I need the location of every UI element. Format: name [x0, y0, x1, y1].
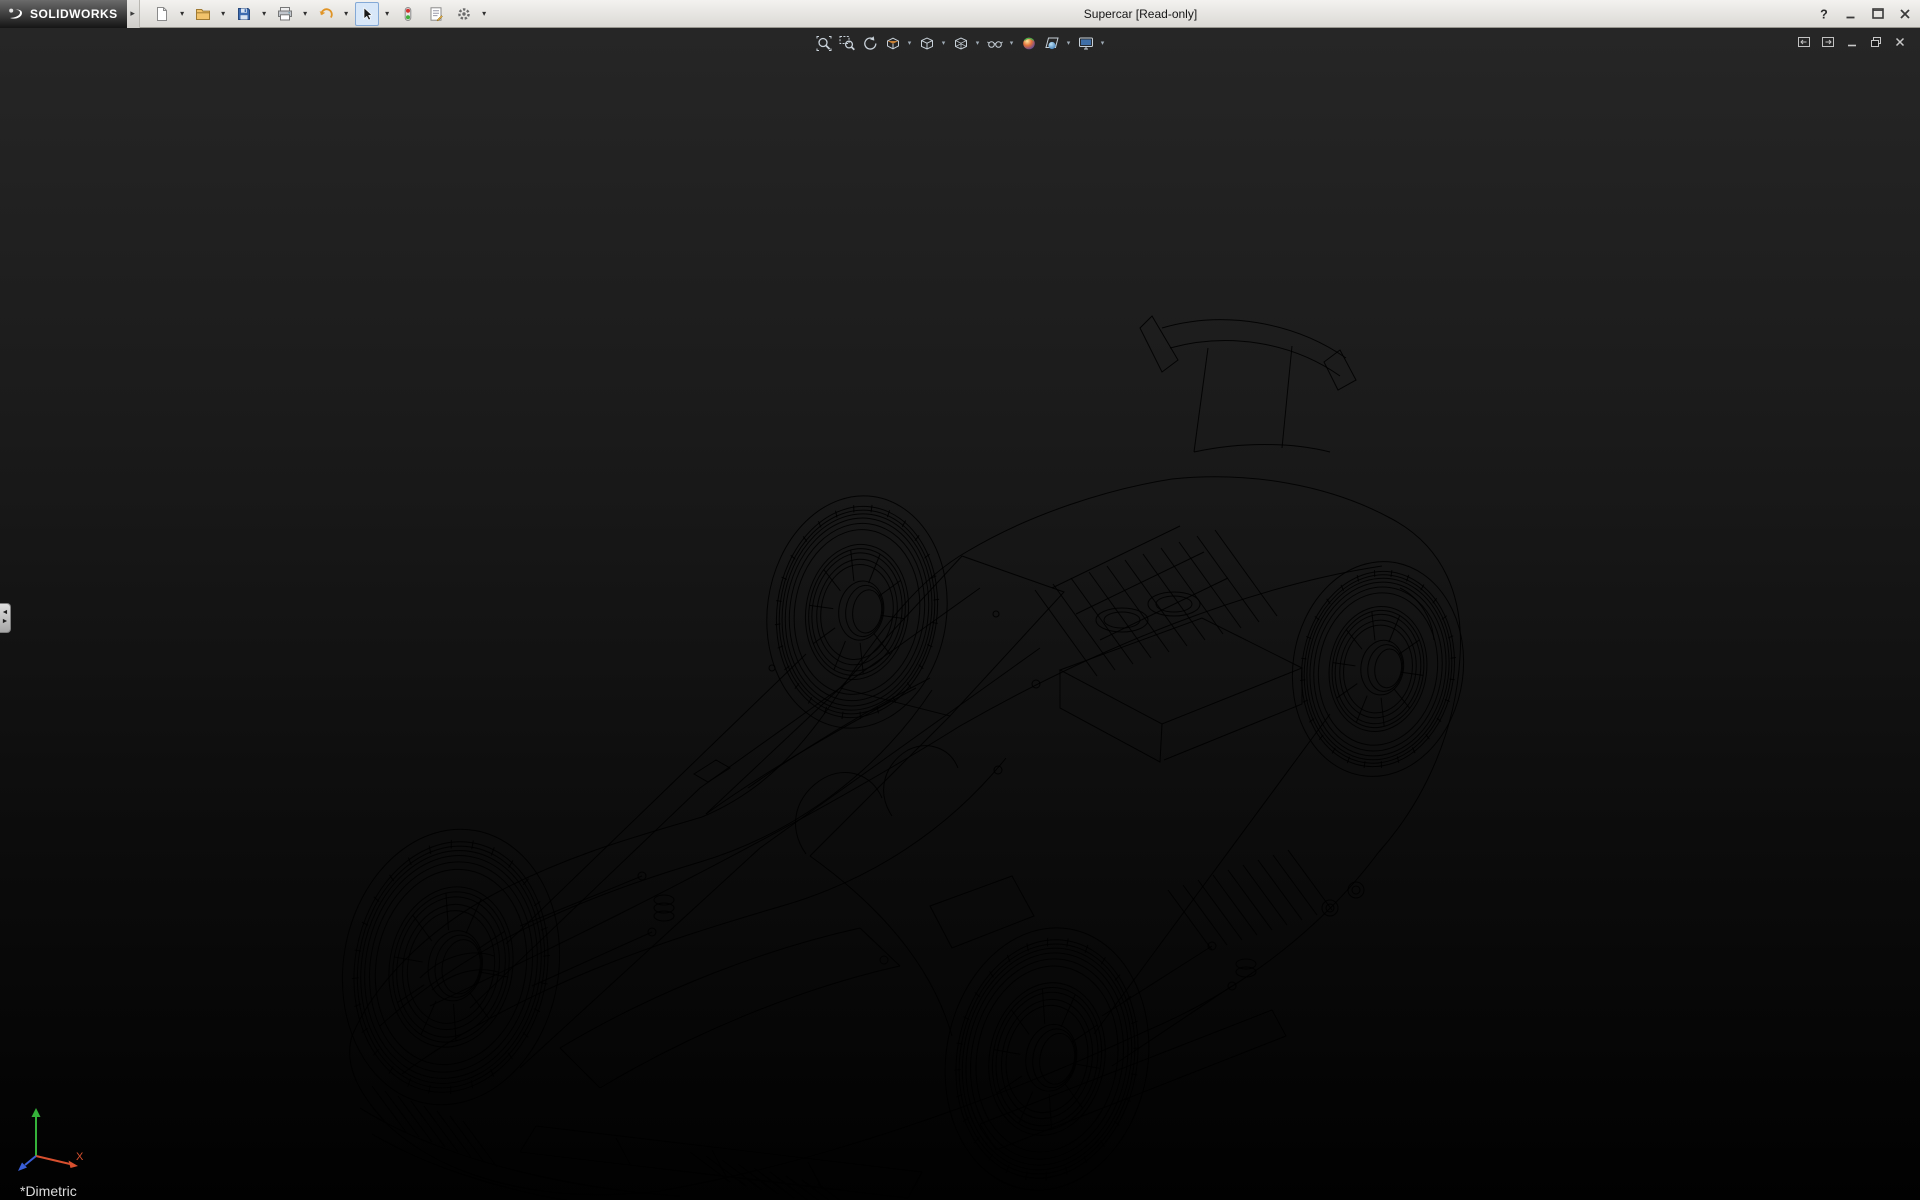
save-dropdown[interactable]: ▾: [260, 9, 269, 18]
print-button[interactable]: [273, 2, 297, 26]
minimize-icon: [1843, 6, 1859, 22]
view-settings-icon: [1077, 35, 1094, 52]
save-button[interactable]: [232, 2, 256, 26]
graphics-area[interactable]: ▾ ▾ ▾ ▾ ▾ ▾ ◄ ► X *Dimetric: [0, 28, 1920, 1200]
print-icon: [277, 6, 293, 22]
view-orientation-button[interactable]: [917, 33, 937, 53]
zoom-to-fit-button[interactable]: [814, 33, 834, 53]
maximize-icon: [1870, 6, 1886, 22]
wheel-wireframe: [752, 484, 962, 740]
file-properties-button[interactable]: [424, 2, 448, 26]
undo-button[interactable]: [314, 2, 338, 26]
solidworks-window: SOLIDWORKS ▸ ▾ ▾ ▾ ▾ ▾ ▾ ▾ Supercar [Read-only…: [0, 0, 1920, 1200]
select-dropdown[interactable]: ▾: [383, 9, 392, 18]
hatch-lines: [690, 1152, 858, 1200]
print-dropdown[interactable]: ▾: [301, 9, 310, 18]
doc-next-button[interactable]: [1820, 34, 1836, 50]
new-document-icon: [154, 6, 170, 22]
options-button[interactable]: [452, 2, 476, 26]
heads-up-view-toolbar: ▾ ▾ ▾ ▾ ▾ ▾: [814, 33, 1107, 53]
section-view-button[interactable]: [883, 33, 903, 53]
doc-restore-button[interactable]: [1868, 34, 1884, 50]
hatch-lines: [1035, 530, 1277, 676]
maximize-button[interactable]: [1868, 4, 1888, 24]
view-orientation-icon: [918, 35, 935, 52]
rebuild-icon: [400, 6, 416, 22]
undo-dropdown[interactable]: ▾: [342, 9, 351, 18]
open-button[interactable]: [191, 2, 215, 26]
previous-view-button[interactable]: [860, 33, 880, 53]
open-dropdown[interactable]: ▾: [219, 9, 228, 18]
view-orientation-label: *Dimetric: [20, 1183, 77, 1199]
window-title: Supercar [Read-only]: [1084, 7, 1197, 21]
doc-next-icon: [1821, 35, 1835, 49]
window-controls: ?: [1814, 0, 1915, 28]
x-axis-label: X: [76, 1151, 84, 1163]
wheel-wireframe: [321, 812, 581, 1122]
hide-show-items-button[interactable]: [985, 33, 1005, 53]
reference-triad: X: [14, 1094, 94, 1174]
open-icon: [195, 6, 211, 22]
view-settings-dropdown[interactable]: ▾: [1099, 39, 1107, 47]
rebuild-button[interactable]: [396, 2, 420, 26]
hatch-lines: [372, 1086, 497, 1167]
select-button[interactable]: [355, 2, 379, 26]
solidworks-logo: SOLIDWORKS: [0, 0, 127, 28]
undo-icon: [318, 6, 334, 22]
main-toolbar: ▾ ▾ ▾ ▾ ▾ ▾ ▾: [150, 2, 489, 26]
doc-previous-icon: [1797, 35, 1811, 49]
edit-appearance-icon: [1020, 35, 1037, 52]
y-axis-arrow: [32, 1108, 41, 1117]
doc-previous-button[interactable]: [1796, 34, 1812, 50]
doc-minimize-icon: [1845, 35, 1859, 49]
view-settings-button[interactable]: [1076, 33, 1096, 53]
section-view-dropdown[interactable]: ▾: [906, 39, 914, 47]
previous-view-icon: [861, 35, 878, 52]
apply-scene-button[interactable]: [1042, 33, 1062, 53]
doc-restore-icon: [1869, 35, 1883, 49]
help-icon: ?: [1816, 6, 1832, 22]
car-body-wireframe: [350, 316, 1461, 1200]
doc-minimize-button[interactable]: [1844, 34, 1860, 50]
options-icon: [456, 6, 472, 22]
supercar-wireframe-model[interactable]: [0, 28, 1920, 1200]
doc-close-icon: [1893, 35, 1907, 49]
brand-text: SOLIDWORKS: [30, 7, 118, 21]
hide-show-items-icon: [986, 35, 1003, 52]
doc-close-button[interactable]: [1892, 34, 1908, 50]
close-icon: [1897, 6, 1913, 22]
wheel-wireframe: [1279, 550, 1478, 787]
hide-show-items-dropdown[interactable]: ▾: [1008, 39, 1016, 47]
section-view-icon: [884, 35, 901, 52]
select-icon: [359, 6, 375, 22]
titlebar: SOLIDWORKS ▸ ▾ ▾ ▾ ▾ ▾ ▾ ▾ Supercar [Read-only…: [0, 0, 1920, 28]
options-dropdown[interactable]: ▾: [480, 9, 489, 18]
wheel-wireframe: [925, 912, 1169, 1200]
file-properties-icon: [428, 6, 444, 22]
collapse-arrow-right-icon: ►: [2, 618, 9, 627]
help-button[interactable]: ?: [1814, 4, 1834, 24]
document-window-controls: [1796, 34, 1908, 50]
apply-scene-dropdown[interactable]: ▾: [1065, 39, 1073, 47]
apply-scene-icon: [1043, 35, 1060, 52]
zoom-to-fit-icon: [815, 35, 832, 52]
new-document-button[interactable]: [150, 2, 174, 26]
display-style-dropdown[interactable]: ▾: [974, 39, 982, 47]
minimize-button[interactable]: [1841, 4, 1861, 24]
new-document-dropdown[interactable]: ▾: [178, 9, 187, 18]
zoom-to-area-button[interactable]: [837, 33, 857, 53]
view-orientation-dropdown[interactable]: ▾: [940, 39, 948, 47]
feature-panel-collapse-tab[interactable]: ◄ ►: [0, 603, 11, 633]
display-style-button[interactable]: [951, 33, 971, 53]
collapse-arrow-left-icon: ◄: [2, 609, 9, 618]
dassault-swoosh-icon: [7, 6, 25, 22]
save-icon: [236, 6, 252, 22]
svg-text:?: ?: [1820, 8, 1828, 22]
edit-appearance-button[interactable]: [1019, 33, 1039, 53]
menu-expander-arrow[interactable]: ▸: [127, 0, 140, 28]
display-style-icon: [952, 35, 969, 52]
zoom-to-area-icon: [838, 35, 855, 52]
close-button[interactable]: [1895, 4, 1915, 24]
